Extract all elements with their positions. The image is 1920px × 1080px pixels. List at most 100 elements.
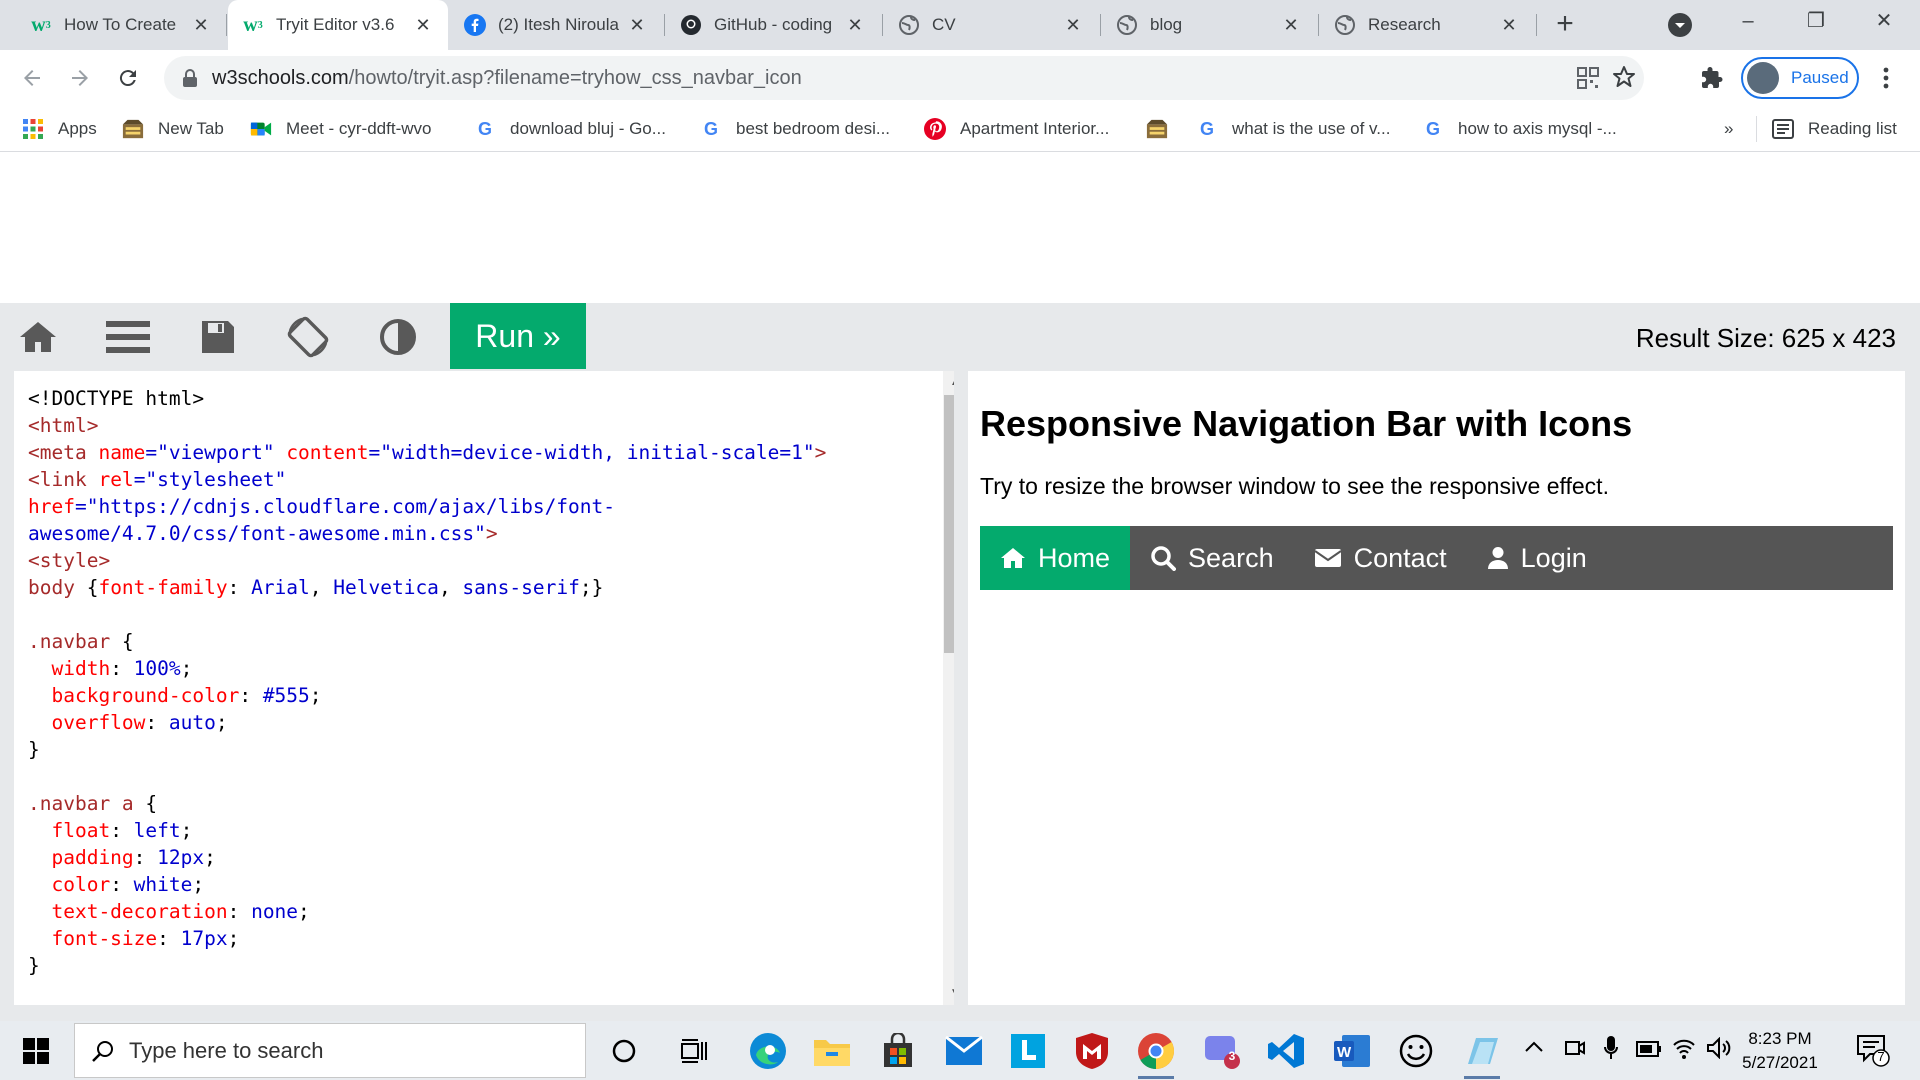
meet-now-icon[interactable] (1564, 1037, 1586, 1064)
code-line: <!DOCTYPE html> (28, 385, 938, 412)
home-button[interactable] (14, 313, 62, 361)
bookmark-apps[interactable]: Apps (22, 106, 97, 152)
close-icon[interactable]: ✕ (190, 15, 212, 36)
close-icon[interactable]: ✕ (1280, 15, 1302, 36)
code-line: .navbar { (28, 628, 938, 655)
code-token: ="viewport" (145, 441, 287, 464)
reading-list-button[interactable]: Reading list (1772, 106, 1897, 152)
tab-tryit-editor[interactable]: w3 Tryit Editor v3.6 ✕ (228, 0, 448, 50)
word-icon: W (1334, 1035, 1370, 1067)
taskbar-chrome[interactable] (1132, 1027, 1180, 1079)
rotate-button[interactable] (284, 313, 332, 361)
close-window-button[interactable]: ✕ (1854, 0, 1914, 44)
tab-blog[interactable]: blog ✕ (1102, 0, 1316, 50)
battery-icon[interactable] (1636, 1041, 1662, 1062)
notification-center-button[interactable]: 7 (1856, 1033, 1892, 1069)
extensions-button[interactable] (1694, 60, 1730, 96)
taskbar-chat[interactable]: 3 (1198, 1027, 1246, 1075)
code-token: : (110, 873, 134, 896)
start-button[interactable] (14, 1029, 58, 1073)
task-view-button[interactable] (670, 1027, 718, 1075)
bookmark-axis-mysql[interactable]: G how to axis mysql -... (1422, 106, 1617, 152)
bookmark-download-bluj[interactable]: G download bluj - Go... (474, 106, 666, 152)
theme-toggle-button[interactable] (374, 313, 422, 361)
close-icon[interactable]: ✕ (626, 15, 648, 36)
demo-nav-login[interactable]: Login (1467, 526, 1607, 590)
microphone-icon[interactable] (1604, 1035, 1618, 1066)
close-icon[interactable]: ✕ (1062, 15, 1084, 36)
wifi-icon[interactable] (1672, 1037, 1696, 1064)
bookmark-new-tab[interactable]: New Tab (122, 106, 224, 152)
code-editor[interactable]: <!DOCTYPE html> <html> <meta name="viewpor… (14, 371, 954, 1005)
forward-button[interactable] (62, 60, 98, 96)
code-text[interactable]: <!DOCTYPE html> <html> <meta name="viewpor… (28, 385, 938, 979)
tab-divider (1536, 14, 1537, 36)
taskbar-clock[interactable]: 8:23 PM 5/27/2021 (1720, 1027, 1840, 1075)
code-token: ="stylesheet" (133, 468, 287, 491)
apps-grid-icon (22, 118, 44, 140)
lock-icon (183, 69, 197, 87)
run-button[interactable]: Run » (450, 303, 586, 369)
taskbar-vscode[interactable] (1262, 1027, 1310, 1075)
new-tab-button[interactable]: + (1548, 8, 1582, 42)
tab-cv[interactable]: CV ✕ (884, 0, 1098, 50)
demo-nav-search[interactable]: Search (1130, 526, 1294, 590)
scroll-up-arrow[interactable]: ▲ (943, 373, 954, 393)
bookmark-bedroom[interactable]: G best bedroom desi... (700, 106, 890, 152)
svg-text:W: W (1337, 1044, 1352, 1061)
profile-button[interactable]: Paused (1741, 57, 1859, 99)
reload-button[interactable] (110, 60, 146, 96)
taskbar-word[interactable]: W (1328, 1027, 1376, 1075)
back-button[interactable] (14, 60, 50, 96)
save-button[interactable] (194, 313, 242, 361)
taskbar-edge[interactable] (744, 1027, 792, 1075)
chat-badge: 3 (1228, 1049, 1236, 1063)
tab-how-to-create[interactable]: w3 How To Create ✕ (16, 0, 226, 50)
star-icon[interactable] (1612, 65, 1636, 95)
restore-button[interactable]: ❐ (1786, 0, 1846, 44)
bookmark-new-tab-2[interactable] (1146, 106, 1182, 152)
demo-nav-contact[interactable]: Contact (1294, 526, 1467, 590)
bookmark-meet[interactable]: Meet - cyr-ddft-wvo (250, 106, 431, 152)
tab-facebook[interactable]: (2) Itesh Niroula ✕ (450, 0, 662, 50)
menu-button[interactable] (104, 313, 152, 361)
page-ad-area (0, 153, 1920, 303)
code-token: ; (227, 927, 240, 950)
tab-title: (2) Itesh Niroula (498, 15, 619, 34)
code-token: : (145, 711, 169, 734)
tab-github[interactable]: GitHub - coding ✕ (666, 0, 880, 50)
code-token: <html> (28, 414, 99, 437)
taskbar-mail[interactable] (940, 1027, 988, 1075)
chrome-menu-button[interactable] (1868, 60, 1904, 96)
chevron-up-icon[interactable] (1524, 1039, 1544, 1058)
taskbar-mcafee[interactable] (1068, 1027, 1116, 1075)
minimize-button[interactable]: – (1718, 0, 1778, 44)
code-token: awesome/4.7.0/css/font-awesome.min.css" (28, 522, 486, 545)
bookmark-use-of[interactable]: G what is the use of v... (1196, 106, 1390, 152)
scroll-thumb[interactable] (944, 395, 954, 653)
taskbar-store[interactable] (874, 1027, 922, 1075)
code-token: ; (309, 684, 322, 707)
bookmarks-overflow-button[interactable]: » (1724, 106, 1733, 152)
taskbar-feedback[interactable] (1392, 1027, 1440, 1075)
close-icon[interactable]: ✕ (412, 15, 434, 36)
google-icon: G (703, 118, 718, 139)
close-icon[interactable]: ✕ (844, 15, 866, 36)
taskbar-snip[interactable] (1458, 1027, 1506, 1079)
code-token: .navbar (28, 630, 122, 653)
cortana-button[interactable] (600, 1027, 648, 1075)
demo-nav-home[interactable]: Home (980, 526, 1131, 590)
taskbar-l-app[interactable] (1004, 1027, 1052, 1075)
scroll-down-arrow[interactable]: ▼ (943, 983, 954, 1003)
address-bar[interactable]: w3schools.com/howto/tryit.asp?filename=t… (164, 56, 1644, 100)
vscode-icon (1268, 1034, 1304, 1068)
qr-code-icon[interactable] (1576, 66, 1600, 96)
taskbar-file-explorer[interactable] (808, 1027, 856, 1075)
close-icon[interactable]: ✕ (1498, 15, 1520, 36)
bookmark-apartment[interactable]: Apartment Interior... (924, 106, 1109, 152)
tab-research[interactable]: Research ✕ (1320, 0, 1534, 50)
home-icon (1001, 548, 1025, 568)
tab-search-button[interactable] (1668, 13, 1692, 37)
code-token: : (110, 819, 134, 842)
taskbar-search[interactable]: Type here to search (74, 1023, 586, 1078)
